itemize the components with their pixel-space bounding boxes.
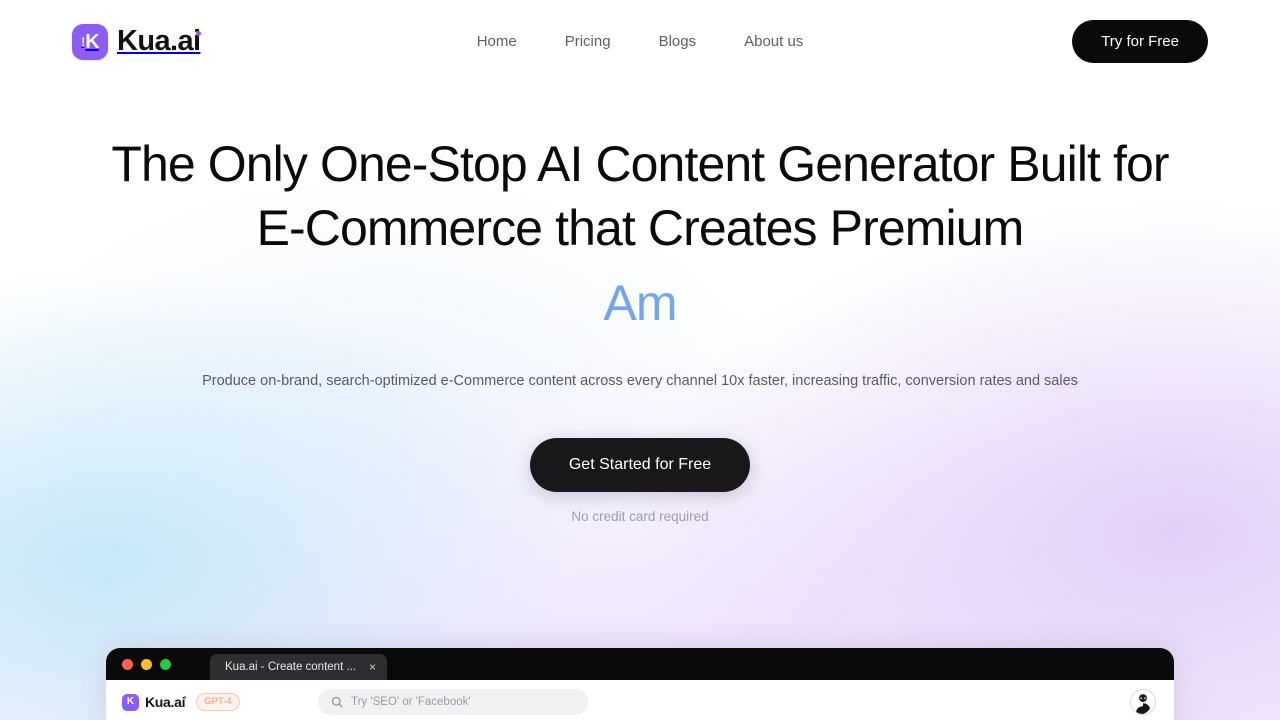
avatar[interactable] bbox=[1130, 689, 1156, 715]
hero-cta-group: Get Started for Free No credit card requ… bbox=[0, 437, 1280, 524]
nav-item-about-us[interactable]: About us bbox=[720, 27, 827, 56]
app-preview-window: Kua.ai - Create content ... × K Kua.ai G… bbox=[106, 648, 1174, 720]
maximize-window-icon[interactable] bbox=[160, 658, 171, 670]
brand-dot-icon bbox=[196, 31, 202, 36]
get-started-for-free-button[interactable]: Get Started for Free bbox=[529, 437, 751, 492]
tab-close-icon[interactable]: × bbox=[369, 661, 376, 673]
brand-name: Kua.ai bbox=[117, 25, 202, 57]
browser-tab-title: Kua.ai - Create content ... bbox=[225, 661, 357, 673]
typewriter-text: Am bbox=[0, 274, 1280, 332]
brand-logo[interactable]: ! K Kua.ai bbox=[72, 23, 202, 60]
app-brand-dot-icon bbox=[183, 696, 187, 699]
headline-line-2: E-Commerce that Creates Premium bbox=[256, 200, 1025, 256]
kua-logo-icon: ! K bbox=[72, 23, 108, 60]
nav-item-home[interactable]: Home bbox=[453, 27, 541, 56]
brand-mark-letter: K bbox=[85, 30, 99, 53]
app-brand-name: Kua.ai bbox=[145, 694, 187, 710]
nav-item-blogs[interactable]: Blogs bbox=[635, 27, 721, 56]
try-for-free-button[interactable]: Try for Free bbox=[1072, 20, 1208, 63]
search-icon bbox=[331, 696, 343, 708]
minimize-window-icon[interactable] bbox=[141, 658, 152, 670]
browser-tab[interactable]: Kua.ai - Create content ... × bbox=[210, 654, 388, 680]
app-content: K Kua.ai GPT-4 Try 'SEO' or 'Facebook' bbox=[106, 680, 1174, 720]
nav-item-pricing[interactable]: Pricing bbox=[541, 27, 635, 56]
app-brand-logo[interactable]: K Kua.ai GPT-4 bbox=[122, 693, 302, 711]
app-topbar: K Kua.ai GPT-4 Try 'SEO' or 'Facebook' bbox=[106, 680, 1174, 720]
search-input-placeholder: Try 'SEO' or 'Facebook' bbox=[351, 696, 471, 708]
close-window-icon[interactable] bbox=[122, 658, 133, 670]
site-header: ! K Kua.ai Home Pricing Blogs About us Tr… bbox=[0, 0, 1280, 83]
window-traffic-lights bbox=[122, 648, 171, 680]
app-mark-letter: K bbox=[126, 696, 135, 707]
hero-subtitle: Produce on-brand, search-optimized e-Com… bbox=[202, 373, 1078, 389]
model-badge: GPT-4 bbox=[196, 693, 240, 711]
hero-headline: The Only One-Stop AI Content Generator B… bbox=[85, 132, 1195, 260]
app-search-box[interactable]: Try 'SEO' or 'Facebook' bbox=[318, 689, 588, 715]
no-credit-card-note: No credit card required bbox=[571, 508, 709, 524]
browser-titlebar: Kua.ai - Create content ... × bbox=[106, 648, 1174, 680]
app-kua-logo-icon: K bbox=[122, 693, 139, 711]
headline-line-1: The Only One-Stop AI Content Generator B… bbox=[111, 136, 1169, 192]
hero-section: The Only One-Stop AI Content Generator B… bbox=[0, 83, 1280, 524]
